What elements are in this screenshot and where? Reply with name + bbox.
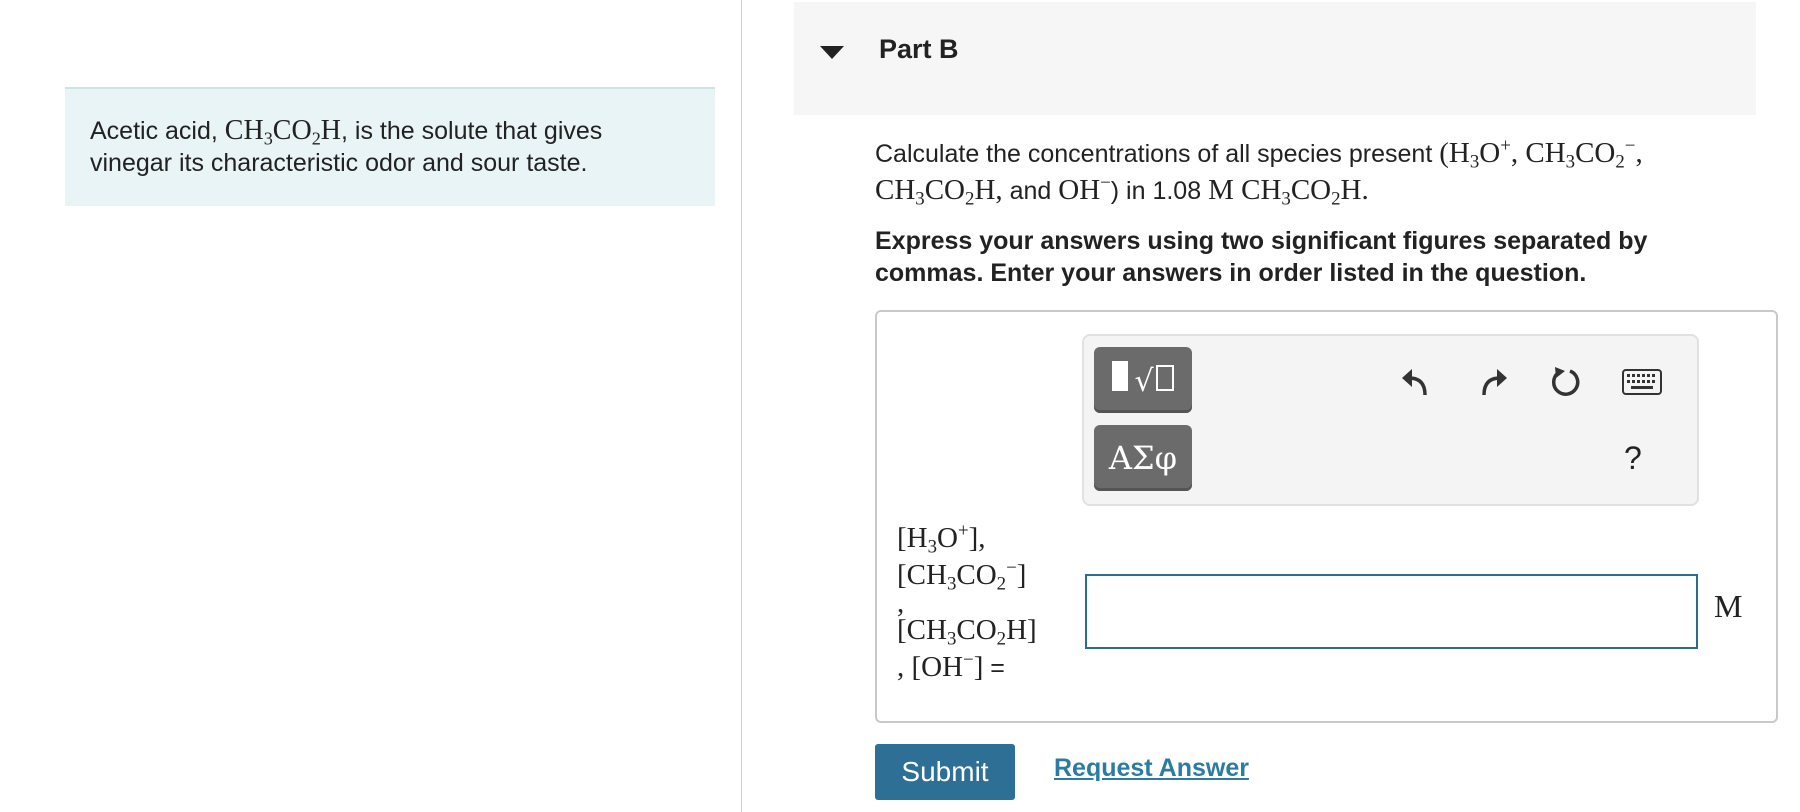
intro-text: Acetic acid, CH3CO2H, is the solute that… [90,115,690,179]
label-sub: 3 [946,628,957,650]
unit-label: M [1714,588,1743,624]
question-text-segment: Calculate the concentrations of all spec… [875,140,1440,168]
paren: ( [1439,137,1449,169]
part-header[interactable]: Part B [794,2,1756,115]
answer-input[interactable] [1085,574,1698,649]
molar-unit: M [1208,174,1234,206]
label-part: ] [1016,559,1027,591]
undo-button[interactable] [1393,359,1439,405]
instructions: Express your answers using two significa… [875,227,1648,287]
label-part: ], [968,522,986,554]
formula-part: CO [272,115,312,146]
formula-part: H [974,174,996,206]
formula-sup: − [1624,135,1636,157]
separator: , [1635,137,1643,169]
formula-sup: − [1100,172,1111,194]
formula-sub: 3 [1469,151,1480,173]
collapse-caret-icon[interactable] [820,46,844,59]
paren: ) [1110,177,1120,205]
formula-part: OH [1058,174,1101,206]
intro-panel: Acetic acid, CH3CO2H, is the solute that… [65,87,715,206]
keyboard-button[interactable] [1617,359,1667,405]
intro-pre: Acetic acid, [90,117,225,145]
concentration-formula: M CH3CO2H. [1208,174,1369,209]
period: . [1361,174,1369,206]
label-line: [H3O+], [897,520,1077,557]
formula-part: CO [1290,174,1332,206]
question-text-segment: in 1.08 [1119,177,1209,205]
formula-sub: 3 [915,188,925,210]
formula-sub: 2 [1615,151,1625,173]
label-line: , [897,587,905,619]
formula-part: CH [875,174,916,206]
label-sub: 3 [946,573,957,595]
formula-part: CH [1525,137,1566,169]
label-sup: − [963,649,974,671]
help-button[interactable]: ? [1624,440,1642,477]
label-part: [CH [897,614,947,646]
formula-part: H [320,115,342,146]
part-title: Part B [879,34,959,64]
greek-symbols-button[interactable]: ΑΣφ [1094,425,1192,491]
equals-sign: = [983,654,1005,682]
request-answer-link[interactable]: Request Answer [1054,754,1249,783]
label-sub: 2 [996,628,1007,650]
undo-icon [1402,369,1427,396]
formula-part: H [1448,137,1470,169]
column-divider [741,0,742,812]
formula-part: CO [1575,137,1616,169]
label-line: [CH3CO2H] [897,612,1077,649]
separator: , [1510,137,1526,169]
hydroxide: OH− [1058,174,1111,206]
formula-part: CO [924,174,966,206]
label-part: ] [973,651,984,683]
reset-icon [1551,367,1580,396]
reset-button[interactable] [1543,359,1589,405]
intro-formula: CH3CO2H [224,115,342,149]
label-sup: − [1006,557,1017,579]
redo-icon [1482,369,1507,396]
keyboard-icon [1622,369,1662,395]
formula-part: CH [1241,174,1282,206]
question-text-segment: and [1002,177,1059,205]
label-sub: 2 [996,573,1007,595]
label-part: [CH [897,559,947,591]
templates-icon: √ [1112,361,1174,399]
label-part: CO [956,559,997,591]
label-part: O [937,522,958,554]
label-part: CO [956,614,997,646]
answer-label: [H3O+], [CH3CO2−] , [CH3CO2H] , [OH−] = [897,520,1077,687]
formula-sub: 3 [1281,188,1291,210]
separator: , [995,174,1003,206]
question-text: Calculate the concentrations of all spec… [875,135,1755,209]
formula-sub: 3 [1565,151,1576,173]
label-part: H] [1006,614,1037,646]
formula-part: O [1479,137,1501,169]
formula-sub: 2 [311,128,321,149]
label-sup: + [957,520,969,542]
templates-button[interactable]: √ [1094,347,1192,413]
label-part: , [OH [897,651,964,683]
formula-part: CH [224,115,264,146]
formula-sub: 2 [1331,188,1341,210]
redo-button[interactable] [1470,359,1516,405]
submit-button[interactable]: Submit [875,744,1015,800]
formula-sub: 3 [263,128,273,149]
formula-part: H [1340,174,1362,206]
label-line: , [OH−] = [897,649,1077,687]
label-line: [CH3CO2−] [897,557,1077,594]
label-sub: 3 [927,536,938,558]
formula-sup: + [1500,135,1511,157]
label-part: [H [897,522,928,554]
